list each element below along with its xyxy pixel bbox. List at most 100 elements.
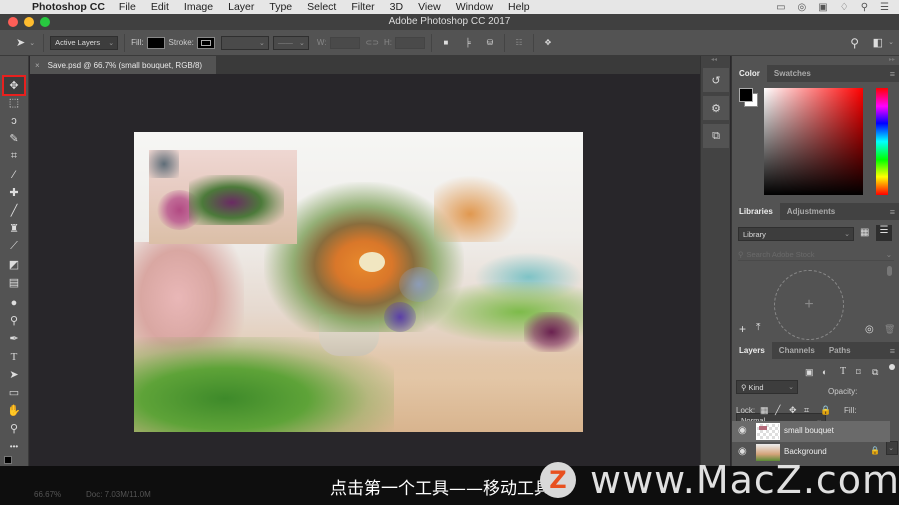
edit-toolbar[interactable]: ••• — [4, 438, 24, 455]
menu-view[interactable]: View — [418, 1, 441, 13]
tab-paths[interactable]: Paths — [822, 342, 858, 359]
tab-channels[interactable]: Channels — [772, 342, 822, 359]
menu-select[interactable]: Select — [307, 1, 336, 13]
lasso-tool[interactable]: ↄ — [4, 112, 24, 129]
trash-icon[interactable]: 🗑 — [884, 324, 895, 335]
lock-transparent-pixels-icon[interactable]: ▦ — [760, 405, 769, 416]
creative-cloud-sync-icon[interactable]: ◎ — [865, 324, 874, 335]
stroke-color-swatch[interactable] — [196, 36, 215, 49]
document-size[interactable]: Doc: 7.03M/11.0M — [86, 490, 151, 499]
adjustment-layer-filter-icon[interactable]: ◐ — [822, 367, 827, 377]
align-edges-icon[interactable]: ☷ — [511, 38, 527, 47]
wifi-icon[interactable]: ♢ — [840, 2, 849, 13]
pen-tool[interactable]: ✒ — [4, 330, 24, 347]
lock-all-icon[interactable]: 🔒 — [820, 405, 831, 416]
default-colors-icon[interactable] — [4, 456, 12, 464]
path-selection-tool[interactable]: ➤ — [4, 366, 24, 383]
filter-toggle-icon[interactable] — [889, 364, 895, 370]
document-canvas[interactable] — [134, 132, 583, 432]
menu-help[interactable]: Help — [508, 1, 530, 13]
history-panel-icon[interactable]: ↺ — [703, 68, 729, 92]
gradient-tool[interactable]: ▤ — [4, 274, 24, 291]
tab-color[interactable]: Color — [732, 65, 767, 82]
collapse-dock-icon[interactable]: ◂◂ — [701, 56, 731, 64]
eraser-tool[interactable]: ◩ — [4, 256, 24, 273]
menu-type[interactable]: Type — [269, 1, 292, 13]
smart-object-filter-icon[interactable]: ⧉ — [872, 367, 878, 378]
select-layers-dropdown[interactable]: Active Layers ⌄ — [50, 35, 119, 50]
hand-tool[interactable]: ✋ — [4, 402, 24, 419]
layers-panel-menu-icon[interactable]: ≡ — [890, 346, 895, 356]
path-selection-arrow-icon[interactable]: ➤ — [16, 36, 25, 49]
quick-selection-tool[interactable]: ✎ — [4, 130, 24, 147]
workspace-chevron-icon[interactable]: ⌄ — [888, 38, 894, 46]
rectangle-tool[interactable]: ▭ — [4, 384, 24, 401]
move-tool[interactable]: ✥ — [2, 75, 26, 96]
path-arrangement-icon[interactable]: ⛁ — [482, 38, 498, 47]
shape-layer-filter-icon[interactable]: ⌑ — [856, 367, 861, 378]
layer-row-small-bouquet[interactable]: ◉ small bouquet — [732, 421, 890, 442]
clone-stamp-tool[interactable]: ♜ — [4, 220, 24, 237]
eyedropper-tool[interactable]: ⁄ — [4, 166, 24, 183]
creative-cloud-icon[interactable]: ◎ — [798, 2, 807, 13]
menu-file[interactable]: File — [119, 1, 136, 13]
properties-panel-icon[interactable]: ⚙ — [703, 96, 729, 120]
search-icon[interactable]: ⚲ — [850, 36, 859, 50]
path-alignment-icon[interactable]: ╞ — [460, 38, 476, 47]
type-layer-filter-icon[interactable]: T — [840, 366, 846, 377]
small-bouquet-layer[interactable] — [149, 150, 297, 244]
search-adobe-stock-field[interactable]: ⚲ Search Adobe Stock ⌄ — [738, 248, 894, 261]
type-tool[interactable]: T — [4, 348, 24, 365]
menu-image[interactable]: Image — [184, 1, 213, 13]
stock-search-chevron-icon[interactable]: ⌄ — [886, 250, 892, 259]
expand-panels-icon[interactable]: ▸▸ — [889, 56, 895, 63]
display-icon[interactable]: ▭ — [776, 2, 785, 13]
stroke-type-dropdown[interactable]: —— ⌄ — [272, 35, 309, 50]
crop-tool[interactable]: ⌗ — [4, 148, 24, 165]
menu-app-name[interactable]: Photoshop CC — [32, 1, 105, 13]
marquee-tool[interactable]: ⬚ — [4, 94, 24, 111]
link-icon[interactable]: ⊂⊃ — [366, 38, 379, 47]
library-dropdown[interactable]: Library ⌄ — [738, 227, 854, 241]
pixel-layer-filter-icon[interactable]: ▣ — [805, 367, 814, 378]
height-field[interactable] — [394, 36, 425, 49]
transform-panel-icon[interactable]: ⧉ — [703, 124, 729, 148]
upload-icon[interactable]: ⤒ — [756, 322, 760, 333]
libraries-panel-menu-icon[interactable]: ≡ — [890, 207, 895, 217]
tab-layers[interactable]: Layers — [732, 342, 772, 359]
brush-tool[interactable]: ╱ — [4, 202, 24, 219]
fill-color-swatch[interactable] — [146, 36, 165, 49]
libraries-scrollbar[interactable] — [887, 266, 892, 276]
dodge-tool[interactable]: ⚲ — [4, 312, 24, 329]
path-operations-icon[interactable]: ■ — [438, 38, 454, 47]
layer-name[interactable]: small bouquet — [784, 426, 834, 435]
list-view-icon[interactable]: ☰ — [876, 225, 892, 241]
tab-swatches[interactable]: Swatches — [767, 65, 818, 82]
stroke-width-field[interactable]: ⌄ — [220, 35, 269, 50]
width-field[interactable] — [329, 36, 360, 49]
layer-filter-kind-dropdown[interactable]: ⚲ Kind ⌄ — [736, 380, 798, 394]
workspace-icon[interactable]: ◧ — [873, 36, 883, 49]
zoom-tool[interactable]: ⚲ — [4, 420, 24, 437]
layer-name[interactable]: Background — [784, 447, 827, 456]
warp-transform-icon[interactable]: ✥ — [540, 38, 556, 47]
visibility-eye-icon[interactable]: ◉ — [738, 446, 747, 457]
tab-libraries[interactable]: Libraries — [732, 203, 780, 220]
add-library-placeholder[interactable]: + — [774, 270, 844, 340]
zoom-level[interactable]: 66.67% — [34, 490, 61, 499]
lock-position-icon[interactable]: ✥ — [789, 405, 797, 416]
healing-brush-tool[interactable]: ✚ — [4, 184, 24, 201]
color-panel-menu-icon[interactable]: ≡ — [890, 69, 895, 79]
hue-slider[interactable] — [876, 88, 888, 195]
color-field[interactable] — [764, 88, 863, 195]
history-brush-tool[interactable]: ⟋ — [4, 238, 24, 255]
lock-artboard-icon[interactable]: ⌗ — [804, 405, 809, 416]
camera-icon[interactable]: ▣ — [818, 2, 827, 13]
tab-adjustments[interactable]: Adjustments — [780, 203, 842, 220]
spotlight-search-icon[interactable]: ⚲ — [861, 2, 868, 13]
menu-3d[interactable]: 3D — [390, 1, 403, 13]
tool-preset-chevron-icon[interactable]: ⌄ — [29, 39, 35, 47]
notification-list-icon[interactable]: ☰ — [880, 2, 889, 13]
blur-tool[interactable]: ● — [4, 294, 24, 311]
close-document-icon[interactable]: × — [35, 61, 40, 70]
